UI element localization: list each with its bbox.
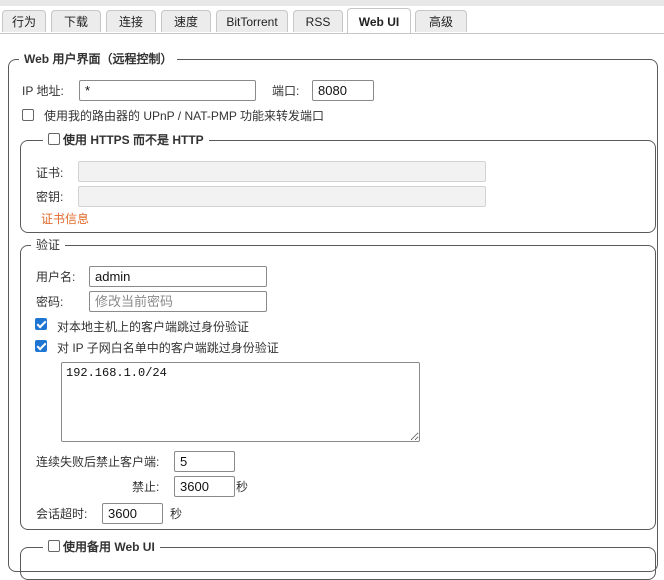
password-input[interactable] <box>89 291 267 312</box>
alt-webui-fieldset: 使用备用 Web UI <box>20 540 656 580</box>
https-legend: 使用 HTTPS 而不是 HTTP <box>63 133 204 147</box>
webui-legend: Web 用户界面（远程控制） <box>24 52 173 66</box>
session-timeout-label: 会话超时: <box>36 507 88 521</box>
alt-webui-legend: 使用备用 Web UI <box>63 540 155 554</box>
https-fieldset: 使用 HTTPS 而不是 HTTP <box>20 133 656 233</box>
tab-webui[interactable]: Web UI <box>347 8 411 34</box>
https-checkbox[interactable] <box>48 133 60 145</box>
ip-address-input[interactable] <box>79 80 256 101</box>
port-input[interactable] <box>312 80 374 101</box>
tab-behavior[interactable]: 行为 <box>2 10 46 32</box>
key-label: 密钥: <box>36 190 64 204</box>
bypass-local-checkbox[interactable] <box>35 318 47 330</box>
ip-label: IP 地址: <box>22 84 64 98</box>
username-label: 用户名: <box>36 270 76 284</box>
session-timeout-unit: 秒 <box>170 507 183 521</box>
ban-for-input[interactable] <box>174 476 235 497</box>
session-timeout-input[interactable] <box>102 503 163 524</box>
bypass-whitelist-label: 对 IP 子网白名单中的客户端跳过身份验证 <box>57 341 279 355</box>
cert-label: 证书: <box>36 166 64 180</box>
alt-webui-checkbox[interactable] <box>48 540 60 552</box>
port-label: 端口: <box>272 84 300 98</box>
username-input[interactable] <box>89 266 267 287</box>
key-input[interactable] <box>78 186 486 207</box>
ban-fail-label: 连续失败后禁止客户端: <box>36 455 160 469</box>
ban-fail-input[interactable] <box>174 451 235 472</box>
tab-rss[interactable]: RSS <box>293 10 343 32</box>
bypass-whitelist-checkbox[interactable] <box>35 340 47 352</box>
tab-advanced[interactable]: 高级 <box>415 10 467 32</box>
tab-bittorrent[interactable]: BitTorrent <box>216 10 288 32</box>
tab-connection[interactable]: 连接 <box>106 10 156 32</box>
cert-info-link[interactable]: 证书信息 <box>41 212 89 226</box>
whitelist-textarea[interactable]: 192.168.1.0/24 <box>61 362 420 442</box>
auth-legend: 验证 <box>36 238 61 252</box>
cert-input[interactable] <box>78 161 486 182</box>
upnp-label: 使用我的路由器的 UPnP / NAT-PMP 功能来转发端口 <box>44 109 325 123</box>
password-label: 密码: <box>36 295 64 309</box>
ban-for-unit: 秒 <box>236 480 249 494</box>
tab-speed[interactable]: 速度 <box>161 10 211 32</box>
tab-downloads[interactable]: 下载 <box>51 10 101 32</box>
ban-for-label: 禁止: <box>132 480 160 494</box>
upnp-checkbox[interactable] <box>22 109 34 121</box>
top-band <box>0 0 664 6</box>
tab-bar: 行为 下载 连接 速度 BitTorrent RSS Web UI 高级 <box>0 8 664 34</box>
tab-divider <box>0 33 664 34</box>
bypass-local-label: 对本地主机上的客户端跳过身份验证 <box>57 320 250 334</box>
